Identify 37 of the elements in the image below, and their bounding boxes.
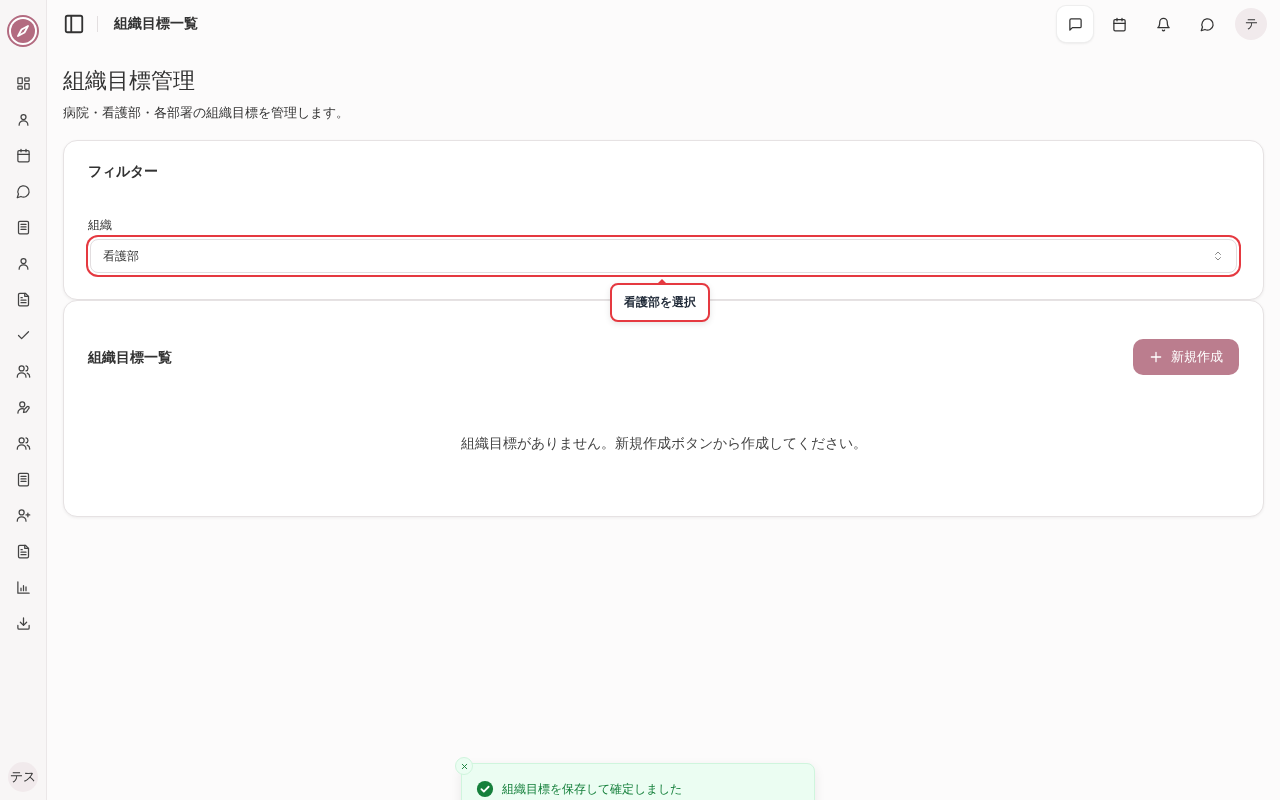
empty-message: 組織目標がありません。新規作成ボタンから作成してください。	[459, 435, 868, 453]
message-icon	[1067, 16, 1083, 32]
users-icon	[15, 435, 31, 451]
download-icon	[15, 615, 31, 631]
bar-chart-icon	[15, 579, 31, 595]
card-title: 組織目標一覧	[88, 349, 172, 367]
breadcrumb-title: 組織目標一覧	[114, 15, 198, 33]
close-button[interactable]	[455, 757, 473, 775]
dashboard-icon	[15, 75, 31, 91]
close-icon	[459, 761, 469, 771]
plus-icon	[1149, 350, 1163, 364]
compass-logo[interactable]	[7, 15, 39, 47]
chat-bubble-icon	[15, 183, 31, 199]
user-pen-icon	[15, 399, 31, 415]
user-plus-icon	[15, 507, 31, 523]
document-icon	[15, 291, 31, 307]
users-icon	[15, 363, 31, 379]
calendar-icon	[1111, 16, 1127, 32]
sidebar-toggle-button[interactable]	[63, 13, 85, 35]
organization-select[interactable]: 看護部	[90, 239, 1237, 273]
toolbar-button[interactable]	[1057, 6, 1093, 42]
document-icon	[15, 543, 31, 559]
chevrons-icon	[1212, 250, 1224, 262]
bell-icon	[1155, 16, 1171, 32]
user-avatar[interactable]: テス	[8, 762, 38, 792]
card-title: フィルター	[88, 163, 159, 181]
notebook-icon	[15, 471, 31, 487]
notebook-icon	[15, 219, 31, 235]
sidebar-panel-icon	[63, 13, 85, 35]
field-label: 組織	[88, 217, 113, 234]
user-avatar[interactable]: テ	[1235, 8, 1267, 40]
check-circle-icon	[476, 780, 494, 798]
chat-bubble-icon	[1199, 16, 1215, 32]
toast-message: 組織目標を保存して確定しました	[502, 780, 682, 798]
page-description: 病院・看護部・各部署の組織目標を管理します。	[63, 104, 350, 122]
calendar-icon	[15, 147, 31, 163]
page-title: 組織目標管理	[63, 67, 196, 95]
